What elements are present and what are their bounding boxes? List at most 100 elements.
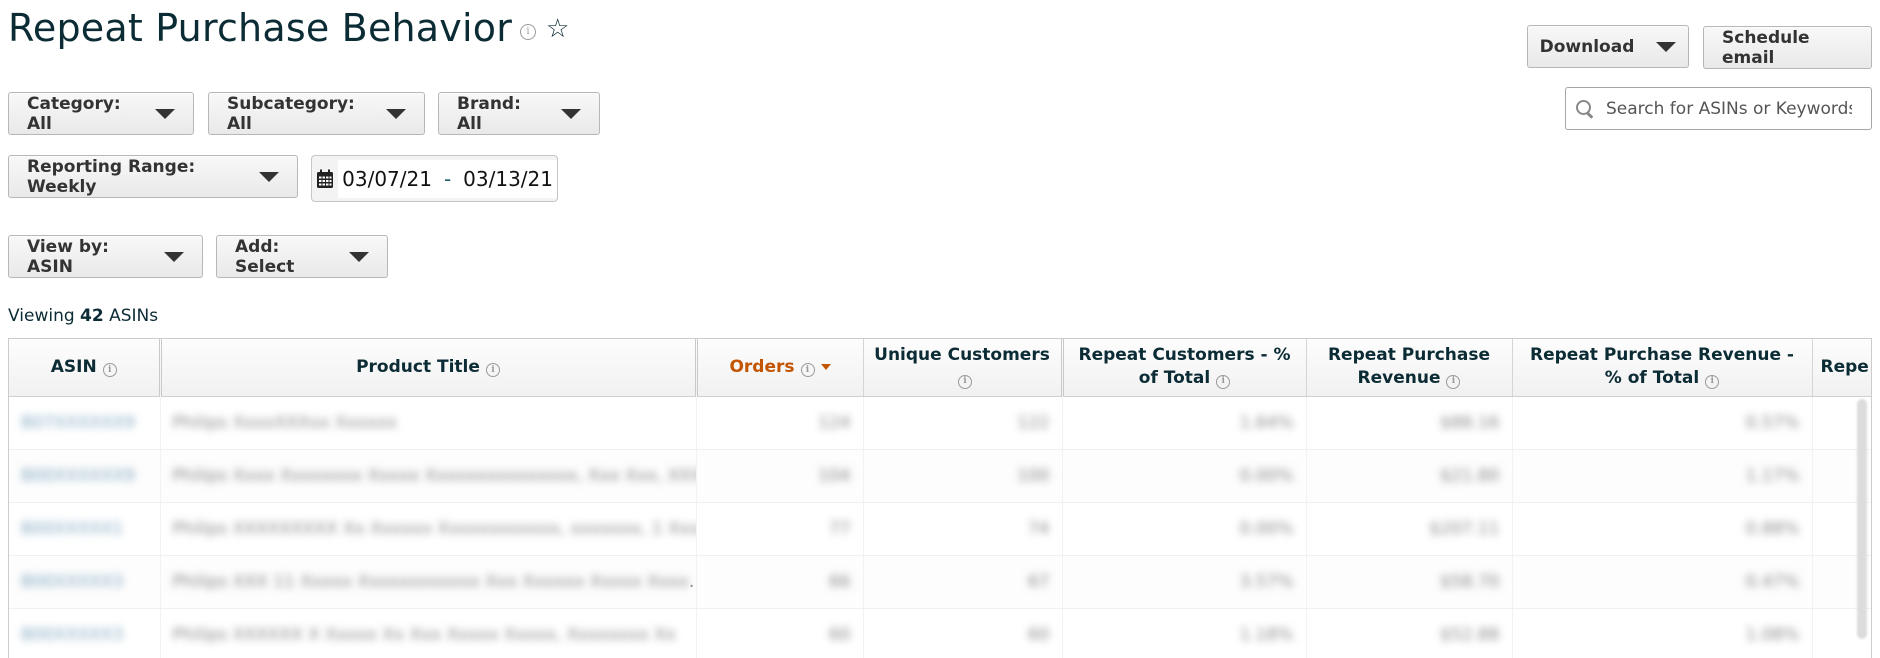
cell-value: 66 — [828, 571, 851, 592]
info-icon[interactable]: i — [800, 363, 815, 378]
cell-repeat-customers-pct: 3.57% — [1062, 555, 1307, 609]
cell-repeat-purchase-revenue: $21.80 — [1306, 449, 1513, 503]
reporting-range-label: Reporting Range: Weekly — [27, 156, 196, 197]
cell-unique-customers: 67 — [863, 555, 1063, 609]
table-row: B00XXXXX3 Philips XXX 11 Xxxxx Xxxxxxxxxx… — [9, 555, 1871, 609]
add-column-label: Add: Select — [235, 236, 295, 277]
info-icon[interactable]: i — [1705, 374, 1720, 389]
vertical-scrollbar[interactable] — [1857, 399, 1867, 639]
cell-repeat-purchase-revenue: $52.88 — [1306, 608, 1513, 658]
cell-repeat-revenue-pct: 1.17% — [1512, 449, 1813, 503]
asin-link[interactable]: B00XXXXXX9 — [21, 466, 135, 486]
cell-value: 1.08% — [1745, 624, 1800, 645]
column-label: Repe — [1820, 356, 1869, 377]
cell-value: 1.64% — [1239, 412, 1294, 433]
cell-value: $88.16 — [1440, 412, 1500, 433]
chevron-down-icon — [259, 171, 279, 182]
brand-dropdown[interactable]: Brand: All — [438, 92, 600, 135]
asin-link[interactable]: B00XXXXX3 — [21, 572, 123, 592]
brand-label: Brand: All — [457, 93, 521, 134]
cell-orders: 104 — [696, 449, 864, 503]
asin-link[interactable]: B07XXXXXX9 — [21, 413, 135, 433]
cell-product-title: Philips XXXXXXXXX Xx Xxxxxx Xxxxxxxxxxxx… — [160, 502, 697, 556]
category-dropdown[interactable]: Category: All — [8, 92, 194, 135]
search-input[interactable] — [1604, 97, 1854, 120]
search-box[interactable] — [1565, 87, 1872, 130]
cell-value: 60 — [1027, 624, 1050, 645]
asin-link[interactable]: B00XXXXX1 — [21, 519, 123, 539]
data-table: ASIN i Product Title i Orders i Unique Cust… — [8, 338, 1872, 658]
column-label: Unique Customers — [874, 345, 1050, 366]
column-header-unique-customers[interactable]: Unique Customers i — [863, 339, 1064, 397]
table-row: B00XXXXX3 Philips XXXXXX X Xxxxx Xx Xxx X… — [9, 608, 1871, 658]
column-label: Repeat Purchase Revenue - % of Total — [1530, 345, 1794, 389]
chevron-down-icon — [155, 108, 175, 119]
cell-value: 104 — [818, 465, 851, 486]
cell-orders: 66 — [696, 555, 864, 609]
star-outline-icon[interactable]: ☆ — [546, 14, 569, 44]
cell-value: 0.57% — [1745, 412, 1800, 433]
cell-product-title: Philips XxxxXXXxx Xxxxxx — [160, 396, 697, 450]
cell-asin[interactable]: B00XXXXX3 — [9, 608, 161, 658]
cell-value: $207.11 — [1429, 518, 1500, 539]
download-button[interactable]: Download — [1527, 25, 1689, 68]
search-icon — [1576, 99, 1594, 118]
info-icon[interactable]: i — [1216, 374, 1231, 389]
cell-value: Philips Xxxx Xxxxxxxx Xxxxx Xxxxxxxxxxxx… — [172, 465, 696, 486]
cell-asin[interactable]: B07XXXXXX9 — [9, 396, 161, 450]
info-icon[interactable]: i — [485, 363, 500, 378]
subcategory-label: Subcategory: All — [227, 93, 355, 134]
view-by-dropdown[interactable]: View by: ASIN — [8, 235, 203, 278]
schedule-email-button[interactable]: Schedule email — [1703, 26, 1872, 69]
results-number: 42 — [80, 306, 104, 326]
column-header-repeat-revenue-pct[interactable]: Repeat Purchase Revenue - % of Total i — [1512, 339, 1813, 397]
cell-asin[interactable]: B00XXXXXX9 — [9, 449, 161, 503]
start-date-input[interactable]: 03/07/21 — [338, 159, 436, 198]
cell-value: 124 — [818, 412, 851, 433]
cell-value: Philips XXXXXX X Xxxxx Xx Xxx Xxxxx Xxxx… — [172, 624, 676, 645]
cell-value: 1.17% — [1745, 465, 1800, 486]
cell-unique-customers: 122 — [863, 396, 1063, 450]
add-column-dropdown[interactable]: Add: Select — [216, 235, 388, 278]
info-icon[interactable]: i — [520, 24, 537, 40]
asin-link[interactable]: B00XXXXX3 — [21, 625, 123, 645]
column-header-asin[interactable]: ASIN i — [9, 339, 162, 397]
cell-value: Philips XxxxXXXxx Xxxxxx — [172, 412, 398, 433]
cell-value: 0.00% — [1239, 518, 1294, 539]
cell-value: 60 — [828, 624, 851, 645]
chevron-down-icon — [386, 108, 406, 119]
date-range-picker[interactable]: 03/07/21 - 03/13/21 — [311, 155, 558, 202]
info-icon[interactable]: i — [958, 374, 972, 389]
column-label: ASIN — [50, 356, 97, 377]
cell-unique-customers: 100 — [863, 449, 1063, 503]
chevron-down-icon — [561, 108, 581, 119]
column-header-orders[interactable]: Orders i — [696, 339, 864, 397]
cell-asin[interactable]: B00XXXXX1 — [9, 502, 161, 556]
cell-repeat-purchase-revenue: $58.70 — [1306, 555, 1513, 609]
results-suffix: ASINs — [109, 306, 159, 326]
end-date-input[interactable]: 03/13/21 — [459, 159, 557, 198]
column-header-repeat-customers-pct[interactable]: Repeat Customers - % of Total i — [1062, 339, 1307, 397]
column-header-truncated[interactable]: Repe — [1812, 339, 1871, 397]
date-separator: - — [435, 159, 460, 198]
calendar-icon[interactable] — [312, 156, 338, 201]
cell-repeat-customers-pct: 1.64% — [1062, 396, 1307, 450]
info-icon[interactable]: i — [1446, 374, 1461, 389]
column-header-product-title[interactable]: Product Title i — [160, 339, 698, 397]
sort-descending-icon[interactable] — [820, 363, 831, 370]
column-header-repeat-purchase-revenue[interactable]: Repeat Purchase Revenue i — [1306, 339, 1513, 397]
cell-value: 0.88% — [1745, 518, 1800, 539]
table-row: B00XXXXX1 Philips XXXXXXXXX Xx Xxxxxx Xxx… — [9, 502, 1871, 556]
cell-value: Philips XXXXXXXXX Xx Xxxxxx Xxxxxxxxxxxx… — [172, 518, 696, 539]
reporting-range-dropdown[interactable]: Reporting Range: Weekly — [8, 155, 298, 198]
cell-repeat-purchase-revenue: $207.11 — [1306, 502, 1513, 556]
cell-repeat-revenue-pct: 1.08% — [1512, 608, 1813, 658]
chevron-down-icon — [164, 251, 184, 262]
cell-asin[interactable]: B00XXXXX3 — [9, 555, 161, 609]
download-label: Download — [1539, 36, 1635, 57]
category-label: Category: All — [27, 93, 121, 134]
page-title: Repeat Purchase Behavior — [8, 6, 513, 50]
column-label: Orders — [729, 356, 795, 377]
info-icon[interactable]: i — [102, 363, 117, 378]
subcategory-dropdown[interactable]: Subcategory: All — [208, 92, 425, 135]
